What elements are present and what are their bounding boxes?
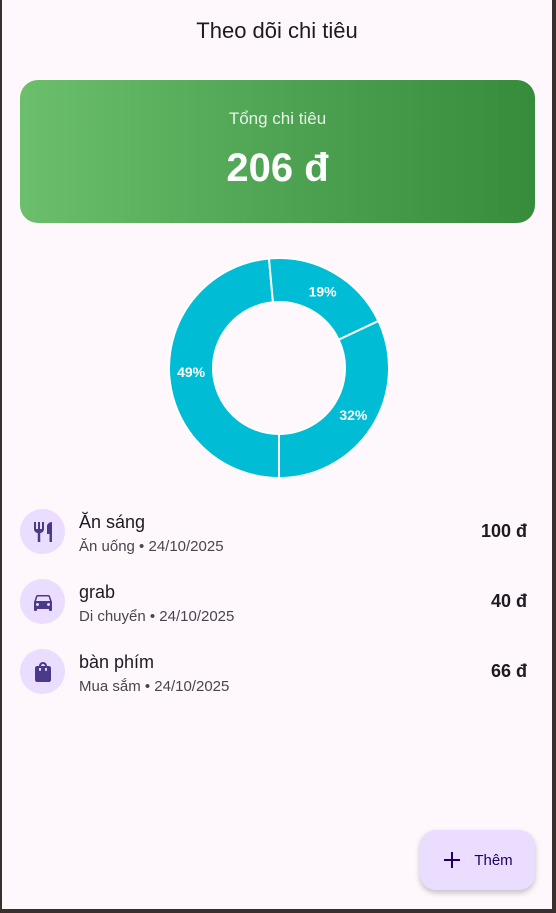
- expense-amount: 40 đ: [490, 591, 527, 611]
- restaurant-icon: [33, 521, 52, 542]
- car-icon: [33, 594, 52, 611]
- app-window: Theo dõi chi tiêu Tổng chi tiêu 206 đ 49…: [2, 0, 552, 909]
- expense-amount: 100 đ: [480, 521, 527, 541]
- category-avatar: [20, 649, 65, 694]
- expense-item[interactable]: bàn phím Mua sắm • 24/10/2025 66 đ: [20, 645, 535, 715]
- total-summary-card: Tổng chi tiêu 206 đ: [20, 80, 535, 223]
- expense-name: grab: [79, 582, 116, 602]
- expense-subtitle: Ăn uống • 24/10/2025: [79, 538, 224, 555]
- expense-item[interactable]: Ăn sáng Ăn uống • 24/10/2025 100 đ: [20, 505, 535, 575]
- expense-name: bàn phím: [79, 652, 155, 672]
- add-expense-button[interactable]: Thêm: [420, 830, 535, 890]
- expense-subtitle: Di chuyển • 24/10/2025: [79, 608, 235, 625]
- donut-slice-label: 32%: [339, 407, 368, 423]
- donut-slice: [278, 319, 390, 480]
- expense-subtitle: Mua sắm • 24/10/2025: [79, 678, 230, 695]
- expense-name: Ăn sáng: [79, 512, 146, 532]
- category-avatar: [20, 509, 65, 554]
- category-avatar: [20, 579, 65, 624]
- expense-donut-chart: 49% 19% 32%: [168, 257, 390, 480]
- expense-list: Ăn sáng Ăn uống • 24/10/2025 100 đ grab …: [20, 505, 535, 715]
- total-value: 206 đ: [226, 146, 329, 190]
- page-title: Theo dõi chi tiêu: [196, 18, 358, 43]
- expense-amount: 66 đ: [490, 661, 527, 681]
- shopping-bag-icon: [34, 661, 51, 682]
- add-button-label: Thêm: [474, 851, 513, 869]
- total-label: Tổng chi tiêu: [228, 109, 327, 128]
- donut-slice-label: 19%: [309, 284, 338, 300]
- donut-slice-label: 49%: [177, 364, 206, 380]
- expense-item[interactable]: grab Di chuyển • 24/10/2025 40 đ: [20, 575, 535, 645]
- plus-icon: [444, 852, 461, 868]
